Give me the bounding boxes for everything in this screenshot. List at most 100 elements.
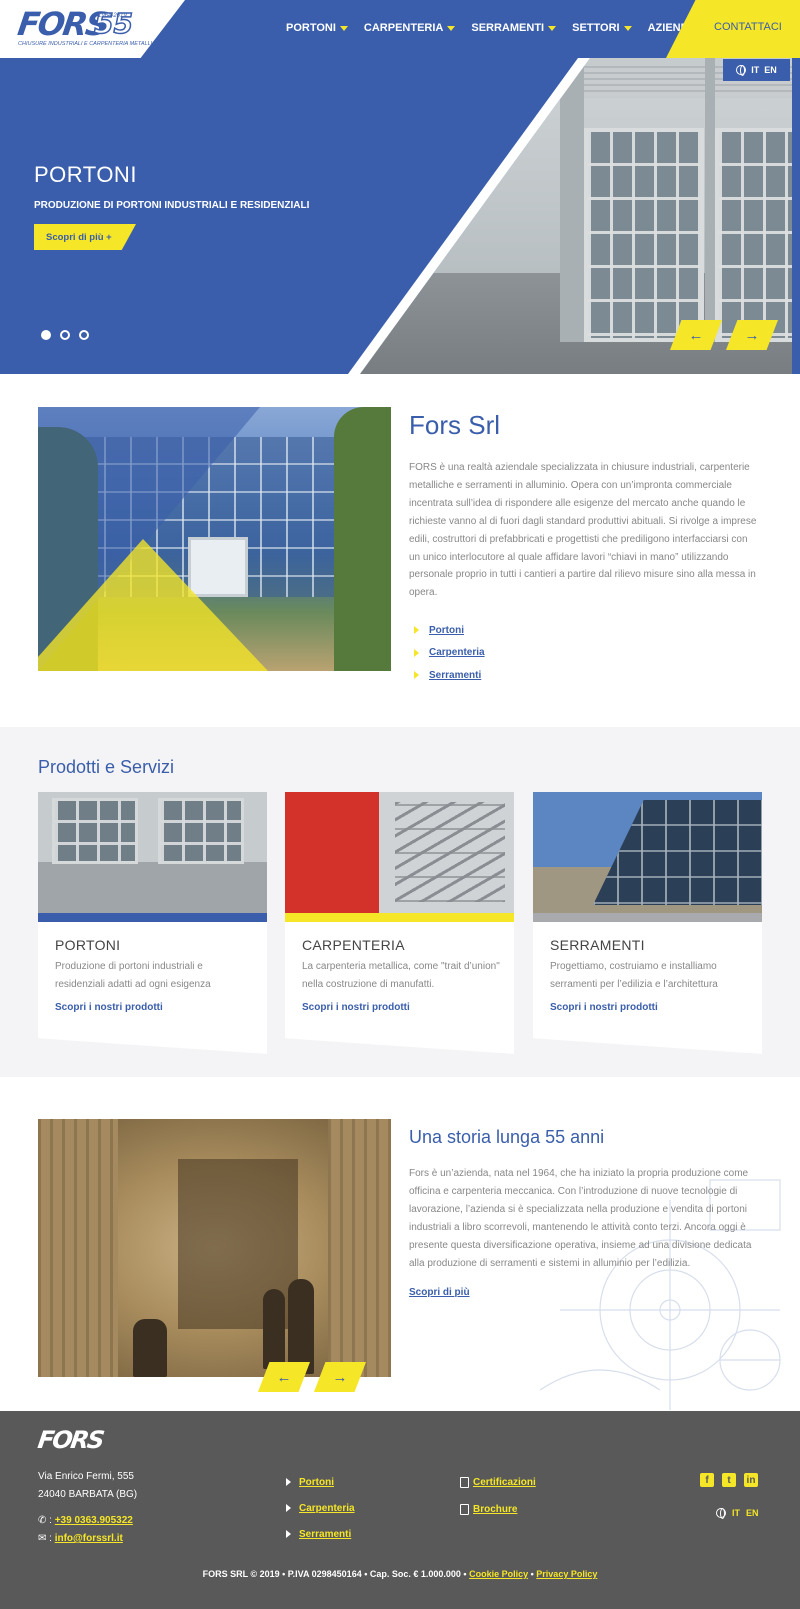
language-switcher: IT EN — [723, 59, 790, 81]
nav-item-label: SERRAMENTI — [471, 22, 545, 34]
footer-legal: FORS SRL © 2019 • P.IVA 0298450164 • Cap… — [0, 1569, 800, 1579]
hero-edge-strip — [792, 58, 800, 374]
list-item: Brochure — [460, 1496, 536, 1523]
photo-person — [263, 1289, 285, 1369]
arrow-left-icon: ← — [276, 1368, 292, 1386]
hero-pillar — [705, 58, 715, 342]
card-title: CARPENTERIA — [302, 937, 405, 953]
globe-icon — [716, 1508, 726, 1519]
globe-icon — [736, 65, 747, 76]
logo-years: 1964-2019 — [98, 13, 127, 19]
triangle-bullet-icon — [414, 671, 419, 680]
slider-dot[interactable] — [41, 330, 51, 340]
linkedin-icon[interactable]: in — [744, 1473, 758, 1487]
main-nav: PORTONI CARPENTERIA SERRAMENTI SETTORI A… — [286, 22, 709, 34]
social-links: f t in — [700, 1473, 758, 1487]
caret-down-icon — [447, 25, 456, 31]
hero-door — [715, 128, 800, 342]
link-serramenti[interactable]: Serramenti — [429, 670, 481, 681]
logo-tagline: CHIUSURE INDUSTRIALI E CARPENTERIA METAL… — [18, 41, 160, 47]
tree-right — [334, 407, 391, 671]
photo-person — [288, 1279, 314, 1374]
hero-cta-button[interactable]: Scopri di più + — [34, 224, 136, 250]
footer-links: Portoni Carpenteria Serramenti — [286, 1469, 355, 1547]
facebook-icon[interactable]: f — [700, 1473, 714, 1487]
card-title: PORTONI — [55, 937, 121, 953]
footer-docs: Certificazioni Brochure — [460, 1469, 536, 1523]
card-accent-bar — [533, 913, 762, 922]
nav-item-portoni[interactable]: PORTONI — [286, 22, 348, 34]
card-link[interactable]: Scopri i nostri prodotti — [55, 1002, 163, 1013]
about-title: Fors Srl — [409, 410, 500, 440]
nav-item-serramenti[interactable]: SERRAMENTI — [471, 22, 557, 34]
contact-button[interactable]: CONTATTACI — [714, 21, 782, 33]
hero-subtitle: PRODUZIONE DI PORTONI INDUSTRIALI E RESI… — [34, 200, 310, 211]
cookie-policy-link[interactable]: Cookie Policy — [469, 1569, 528, 1579]
hero-door — [584, 128, 704, 342]
triangle-bullet-icon — [286, 1530, 291, 1538]
lang-it[interactable]: IT — [732, 1508, 740, 1518]
about-text: FORS è una realtà aziendale specializzat… — [409, 462, 757, 599]
caret-down-icon — [339, 25, 348, 31]
list-item: Portoni — [286, 1469, 355, 1495]
arrow-right-icon: → — [332, 1368, 348, 1386]
lang-en[interactable]: EN — [764, 65, 777, 75]
nav-item-label: PORTONI — [286, 22, 336, 34]
arrow-left-icon: ← — [688, 326, 704, 344]
nav-item-carpenteria[interactable]: CARPENTERIA — [364, 22, 456, 34]
privacy-policy-link[interactable]: Privacy Policy — [536, 1569, 597, 1579]
footer-logo[interactable]: FORS — [36, 1426, 104, 1454]
twitter-icon[interactable]: t — [722, 1473, 736, 1487]
slider-dot[interactable] — [79, 330, 89, 340]
footer-address: Via Enrico Fermi, 555 24040 BARBATA (BG) — [38, 1468, 137, 1504]
card-text: La carpenteria metallica, come "trait d’… — [302, 961, 500, 990]
arrow-right-icon: → — [744, 326, 760, 344]
link-portoni[interactable]: Portoni — [429, 625, 464, 636]
photo-person — [133, 1319, 167, 1377]
nav-item-label: SETTORI — [572, 22, 620, 34]
phone-link[interactable]: +39 0363.905322 — [55, 1515, 133, 1526]
hero-pillar — [560, 58, 584, 342]
triangle-bullet-icon — [414, 626, 419, 635]
card-image — [285, 792, 514, 913]
product-card-carpenteria[interactable]: CARPENTERIA La carpenteria metallica, co… — [285, 792, 514, 1054]
logo-container[interactable]: FORS 55 1964-2019 CHIUSURE INDUSTRIALI E… — [0, 0, 185, 58]
product-card-serramenti[interactable]: SERRAMENTI Progettiamo, costruiamo e ins… — [533, 792, 762, 1054]
list-item: Carpenteria — [286, 1495, 355, 1521]
footer-link-serramenti[interactable]: Serramenti — [299, 1529, 351, 1540]
card-accent-bar — [38, 913, 267, 922]
footer-link-carpenteria[interactable]: Carpenteria — [299, 1503, 355, 1514]
legal-separator: • — [530, 1569, 534, 1579]
phone-icon: ✆ : — [38, 1515, 52, 1526]
footer-link-certificazioni[interactable]: Certificazioni — [473, 1477, 536, 1488]
slider-dot[interactable] — [60, 330, 70, 340]
hero-title: PORTONI — [34, 162, 137, 187]
email-link[interactable]: info@forssrl.it — [55, 1533, 123, 1544]
card-title: SERRAMENTI — [550, 937, 645, 953]
photo-wall-left — [38, 1119, 118, 1377]
card-image — [533, 792, 762, 913]
lang-en[interactable]: EN — [746, 1508, 759, 1518]
address-line: 24040 BARBATA (BG) — [38, 1489, 138, 1500]
product-card-portoni[interactable]: PORTONI Produzione di portoni industrial… — [38, 792, 267, 1054]
hero-slider: PORTONI PRODUZIONE DI PORTONI INDUSTRIAL… — [0, 58, 800, 374]
legal-text: FORS SRL © 2019 • P.IVA 0298450164 • Cap… — [202, 1569, 467, 1579]
history-link[interactable]: Scopri di più — [409, 1287, 470, 1298]
history-title: Una storia lunga 55 anni — [409, 1127, 605, 1147]
card-link[interactable]: Scopri i nostri prodotti — [302, 1002, 410, 1013]
footer-link-brochure[interactable]: Brochure — [473, 1504, 517, 1515]
triangle-bullet-icon — [414, 648, 419, 657]
photo-wall-right — [328, 1119, 391, 1377]
slider-dots — [41, 330, 89, 340]
history-text: Fors è un’azienda, nata nel 1964, che ha… — [409, 1168, 752, 1269]
card-link[interactable]: Scopri i nostri prodotti — [550, 1002, 658, 1013]
nav-item-settori[interactable]: SETTORI — [572, 22, 632, 34]
list-item: Certificazioni — [460, 1469, 536, 1496]
triangle-bullet-icon — [286, 1478, 291, 1486]
lang-it[interactable]: IT — [751, 65, 759, 75]
link-carpenteria[interactable]: Carpenteria — [429, 647, 485, 658]
card-text: Progettiamo, costruiamo e installiamo se… — [550, 961, 718, 990]
caret-down-icon — [623, 25, 632, 31]
footer-link-portoni[interactable]: Portoni — [299, 1477, 334, 1488]
card-accent-bar — [285, 913, 514, 922]
